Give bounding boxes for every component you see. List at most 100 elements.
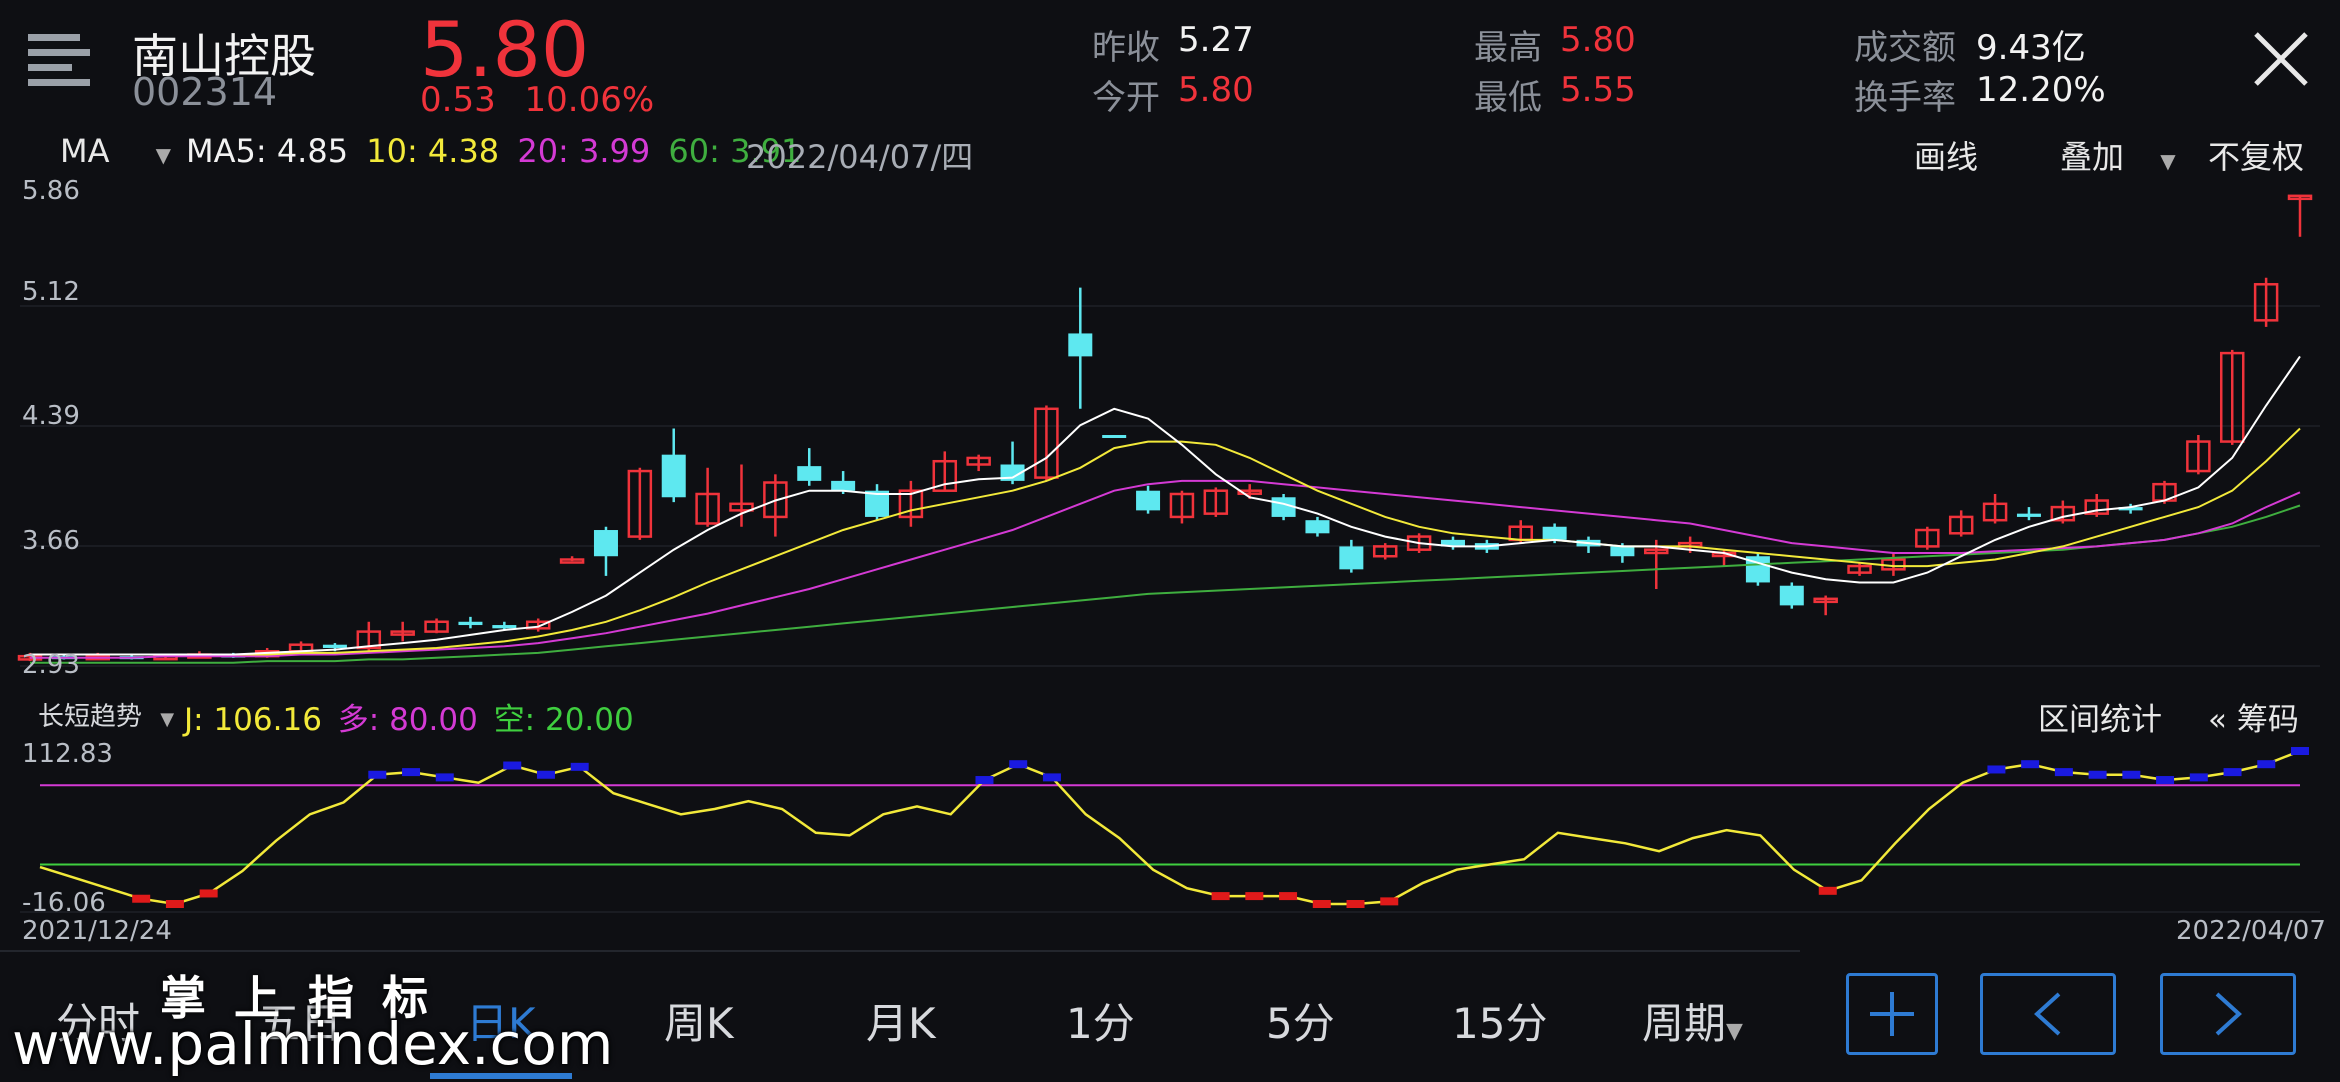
overbought-marker [368, 770, 387, 779]
chevron-down-icon: ▼ [160, 709, 175, 730]
candle-body [661, 454, 686, 498]
scroll-left-button[interactable] [1980, 973, 2116, 1055]
stock-code: 002314 [132, 70, 278, 114]
candle-body [458, 621, 483, 626]
oversold-marker [1245, 892, 1264, 901]
ma5-line [30, 355, 2301, 656]
stat-value-open: 5.80 [1178, 70, 1254, 110]
draw-button[interactable]: 画线 [1914, 132, 1978, 178]
oversold-marker [1346, 900, 1365, 909]
stat-value-high: 5.80 [1560, 20, 1636, 60]
close-icon[interactable] [2252, 30, 2310, 88]
tab-5min[interactable]: 5分 [1266, 990, 1335, 1051]
stat-label-high: 最高 [1474, 28, 1542, 68]
overbought-marker [2223, 768, 2242, 777]
candle-body [593, 530, 618, 557]
ma-values: MA5: 4.85 10: 4.38 20: 3.99 60: 3.91 [186, 132, 801, 170]
zoom-in-button[interactable] [1846, 973, 1938, 1055]
ma20-value: 20: 3.99 [517, 132, 651, 170]
y-tick-label: 3.66 [22, 526, 80, 556]
overbought-marker [1042, 773, 1061, 782]
overbought-marker [2291, 747, 2309, 756]
overbought-marker [2189, 773, 2208, 782]
tab-period-label: 周期 [1642, 999, 1727, 1048]
stat-value-prev-close: 5.27 [1178, 20, 1254, 60]
ma10-value: 10: 4.38 [366, 132, 500, 170]
candle-body [2016, 513, 2041, 517]
ma10-line [30, 427, 2301, 656]
oversold-marker [165, 900, 184, 909]
change-amount: 0.53 [420, 80, 496, 120]
indicator-y-bottom: -16.06 [22, 888, 106, 918]
price-change: 0.53 10.06% [420, 80, 654, 120]
candle-body [831, 480, 856, 491]
oversold-marker [1380, 897, 1399, 906]
scroll-right-button[interactable] [2160, 973, 2296, 1055]
indicator-select[interactable]: 长短趋势 ▼ [38, 696, 174, 733]
candle-body [1610, 546, 1635, 557]
change-percent: 10.06% [524, 80, 655, 120]
oversold-marker [199, 889, 218, 898]
overbought-marker [503, 761, 522, 770]
oversold-marker [1279, 892, 1298, 901]
current-price: 5.80 [420, 5, 590, 94]
overbought-marker [1009, 760, 1028, 769]
y-tick-label: 2.93 [22, 650, 80, 680]
overbought-marker [2122, 770, 2141, 779]
overbought-marker [2088, 770, 2107, 779]
candle-body [1305, 520, 1330, 534]
chevron-down-icon: ▼ [1726, 1019, 1743, 1044]
overbought-marker [2257, 760, 2276, 769]
indicator-name: 长短趋势 [38, 702, 143, 732]
chevron-right-icon [2215, 992, 2242, 1036]
overlay-select[interactable]: 叠加 ▼ [2060, 132, 2176, 178]
stat-label-prev-close: 昨收 [1092, 28, 1160, 68]
chevron-down-icon: ▼ [2160, 149, 2176, 173]
oversold-marker [132, 894, 151, 903]
stat-value-low: 5.55 [1560, 70, 1636, 110]
indicator-select[interactable]: MA ▼ [60, 132, 171, 170]
candlestick-chart[interactable] [0, 176, 2340, 686]
overbought-marker [2021, 760, 2040, 769]
candle-body [1542, 526, 1567, 540]
x-end-date: 2022/04/07 [2176, 916, 2326, 946]
overbought-marker [2156, 776, 2175, 785]
indicator-label: MA [60, 132, 110, 170]
chart-date: 2022/04/07/四 [746, 138, 974, 176]
overlay-label: 叠加 [2060, 138, 2125, 176]
candle-body [1339, 546, 1364, 570]
oversold-marker [1211, 892, 1230, 901]
ma60-line [30, 504, 2301, 664]
overbought-marker [975, 776, 994, 785]
plus-icon [1870, 992, 1914, 1036]
stat-label-turnover-rate: 换手率 [1854, 78, 1956, 118]
indicator-chart[interactable] [0, 730, 2340, 920]
overbought-marker [570, 762, 589, 771]
tab-1min[interactable]: 1分 [1066, 990, 1135, 1051]
candle-body [1136, 490, 1161, 511]
x-start-date: 2021/12/24 [22, 916, 172, 946]
stat-label-low: 最低 [1474, 78, 1542, 118]
menu-icon[interactable] [28, 34, 90, 86]
candle-body [322, 644, 347, 648]
chevron-left-icon [2034, 992, 2061, 1036]
tab-weekly-k[interactable]: 周K [664, 990, 734, 1051]
y-tick-label: 5.86 [22, 176, 80, 206]
chevron-down-icon: ▼ [155, 143, 172, 167]
watermark-url: www.palmindex.com [12, 1010, 614, 1078]
stat-label-turnover: 成交额 [1854, 28, 1956, 68]
oversold-marker [1818, 886, 1837, 895]
adjust-button[interactable]: 不复权 [2208, 132, 2304, 178]
tab-monthly-k[interactable]: 月K [866, 990, 936, 1051]
candle-body [492, 625, 517, 629]
y-tick-label: 5.12 [22, 277, 80, 307]
tab-15min[interactable]: 15分 [1452, 990, 1547, 1051]
stat-value-turnover: 9.43亿 [1976, 28, 2086, 68]
tab-period[interactable]: 周期▼ [1642, 990, 1743, 1051]
overbought-marker [1987, 765, 2006, 774]
overbought-marker [2054, 768, 2073, 777]
stat-label-open: 今开 [1092, 78, 1160, 118]
candle-body [797, 466, 822, 481]
overbought-marker [435, 773, 454, 782]
candle-body [1102, 435, 1127, 439]
